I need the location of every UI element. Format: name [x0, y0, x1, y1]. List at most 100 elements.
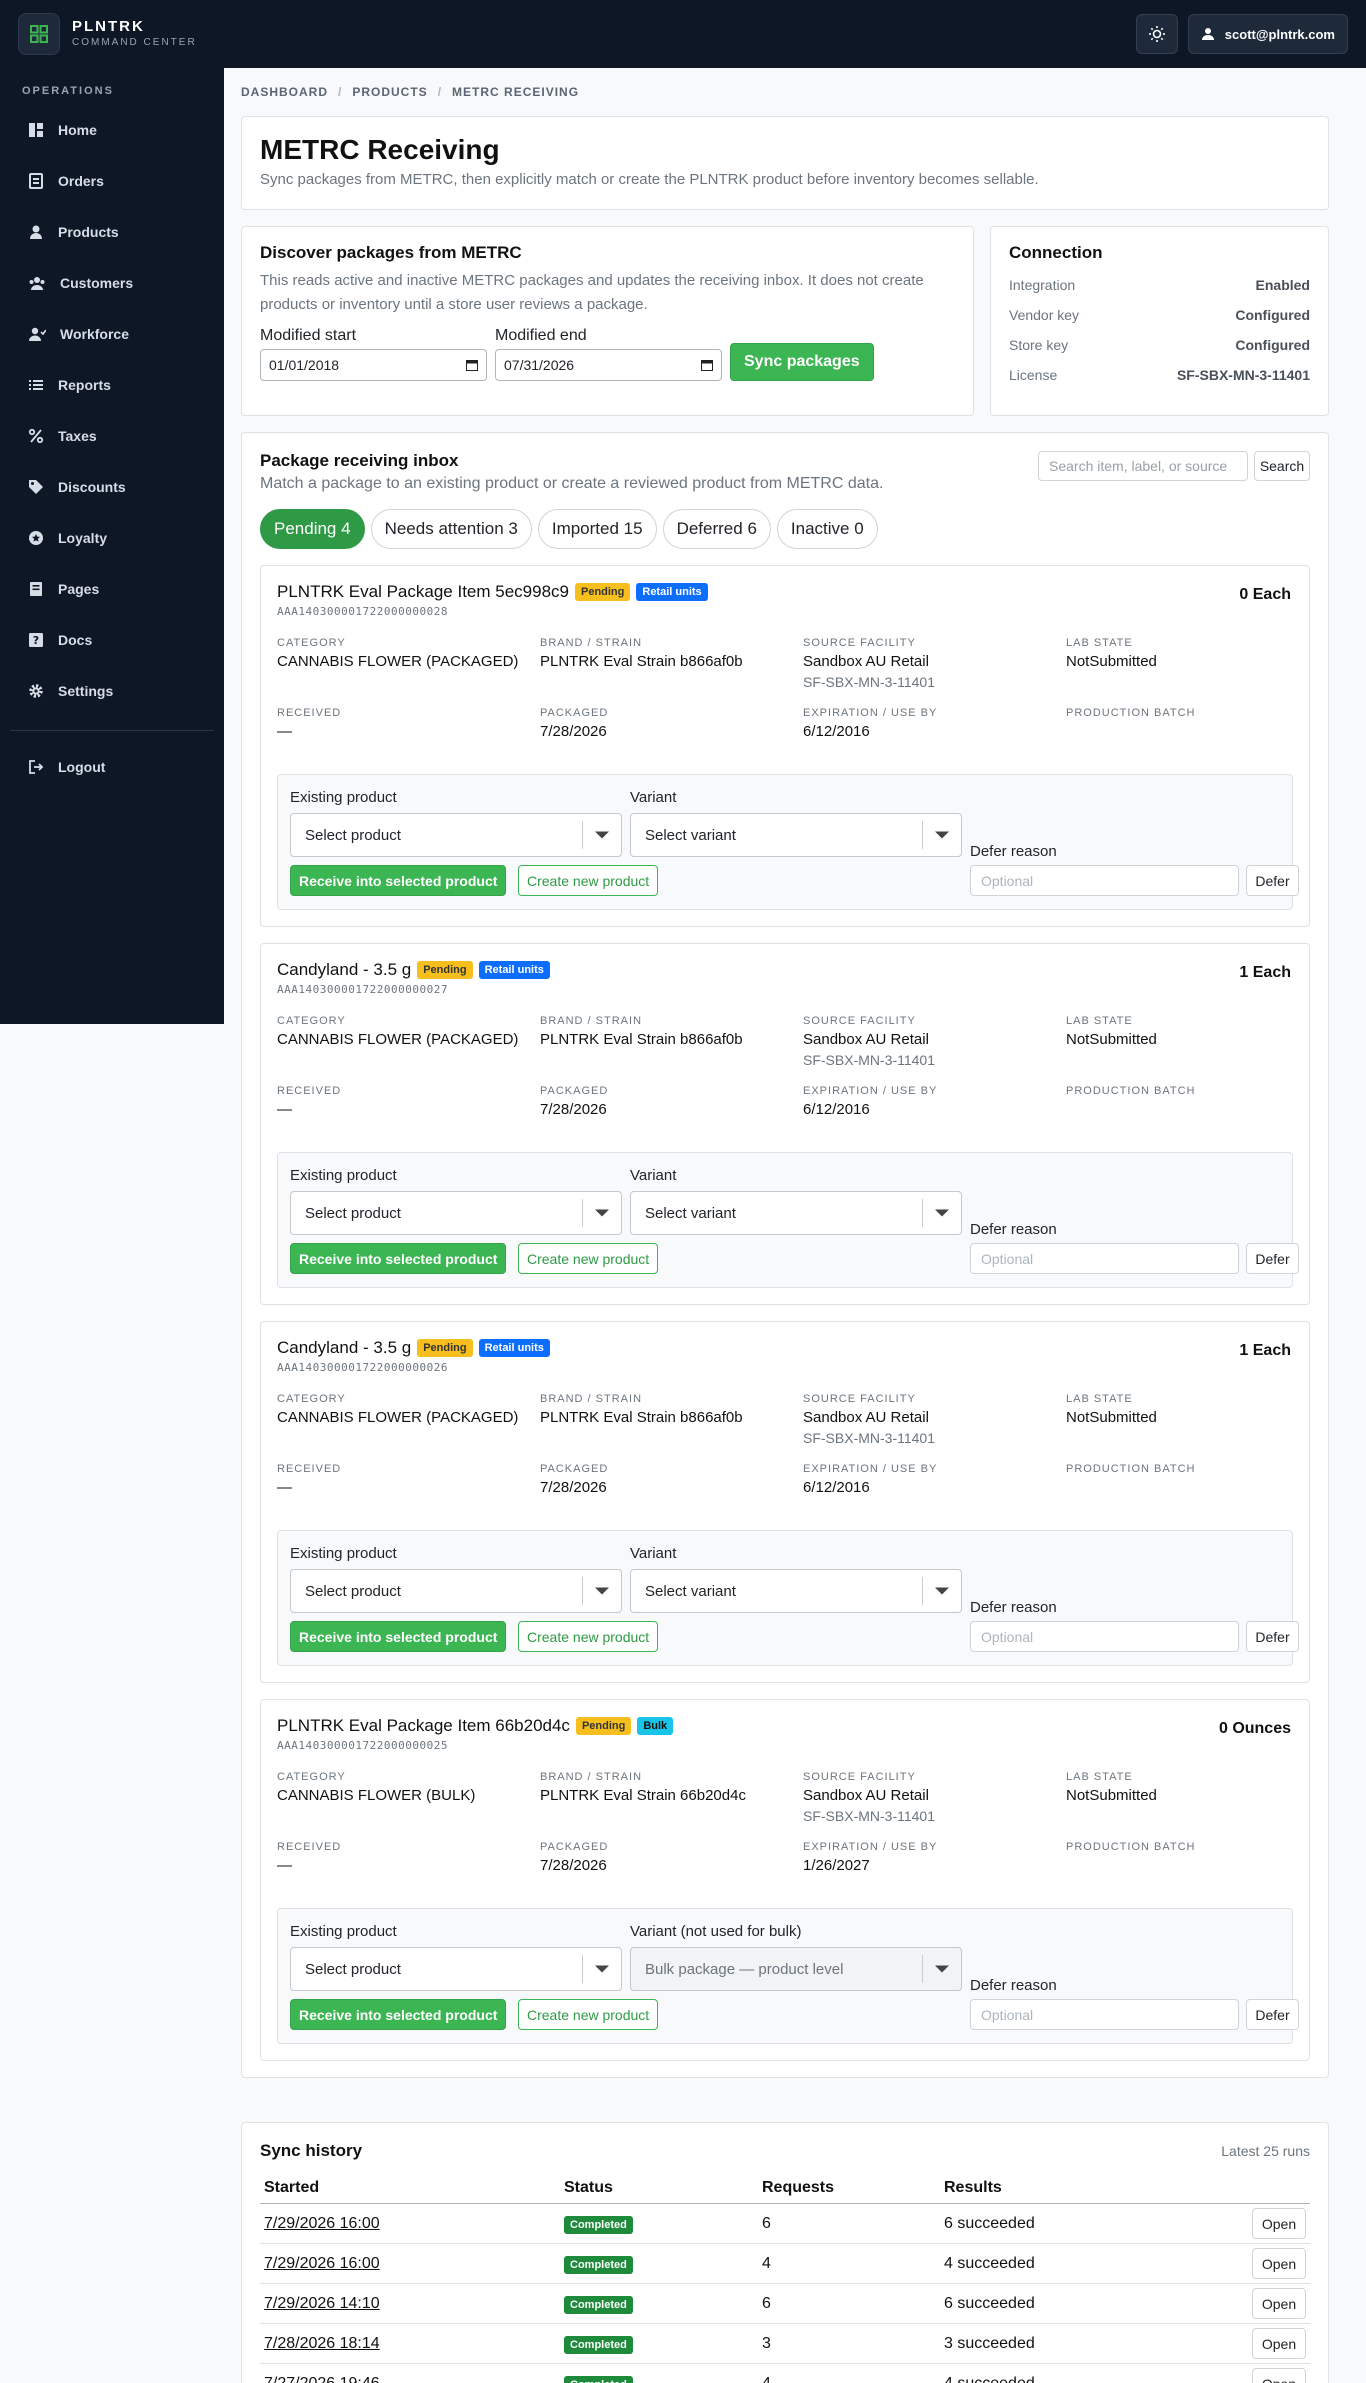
- product-select[interactable]: Select product: [290, 1569, 622, 1613]
- defer-button[interactable]: Defer: [1246, 865, 1299, 896]
- results-cell: 6 succeeded: [940, 2203, 1240, 2244]
- existing-product-label: Existing product: [290, 1545, 397, 1562]
- chevron-down-icon: [935, 1209, 949, 1217]
- tab-inactive[interactable]: Inactive 0: [776, 509, 878, 549]
- open-button[interactable]: Open: [1252, 2208, 1306, 2239]
- modified-start-input[interactable]: 01/01/2018: [260, 349, 487, 381]
- sidebar-item-discounts[interactable]: Discounts: [0, 461, 224, 512]
- defer-button[interactable]: Defer: [1246, 1999, 1299, 2030]
- status-badge: Pending: [574, 583, 631, 601]
- search-button[interactable]: Search: [1254, 451, 1310, 481]
- receive-button[interactable]: Receive into selected product: [290, 865, 507, 896]
- breadcrumb-products[interactable]: PRODUCTS: [352, 85, 427, 99]
- product-select[interactable]: Select product: [290, 813, 622, 857]
- sidebar-item-home[interactable]: Home: [0, 104, 224, 155]
- variant-select[interactable]: Select variant: [630, 1191, 962, 1235]
- sidebar-item-workforce[interactable]: Workforce: [0, 308, 224, 359]
- sidebar-item-orders[interactable]: Orders: [0, 155, 224, 206]
- field-label: PACKAGED: [540, 707, 609, 719]
- sidebar-item-settings[interactable]: Settings: [0, 665, 224, 716]
- run-link[interactable]: 7/28/2026 18:14: [264, 2335, 380, 2352]
- requests-cell: 6: [758, 2203, 940, 2244]
- connection-row: Integration Enabled: [1009, 277, 1310, 293]
- calendar-icon: [466, 360, 478, 371]
- sync-packages-button[interactable]: Sync packages: [730, 343, 874, 381]
- defer-reason-input[interactable]: Optional: [970, 1999, 1239, 2030]
- brand[interactable]: PLNTRK COMMAND CENTER: [18, 13, 197, 55]
- tab-imported[interactable]: Imported 15: [537, 509, 657, 549]
- sidebar-item-label: Pages: [58, 580, 100, 597]
- existing-product-label: Existing product: [290, 1167, 397, 1184]
- receive-button[interactable]: Receive into selected product: [290, 1621, 507, 1652]
- create-product-button[interactable]: Create new product: [518, 1243, 659, 1274]
- defer-reason-input[interactable]: Optional: [970, 865, 1239, 896]
- run-link[interactable]: 7/29/2026 16:00: [264, 2215, 380, 2232]
- sidebar-item-docs[interactable]: ? Docs: [0, 614, 224, 665]
- open-button[interactable]: Open: [1252, 2328, 1306, 2359]
- status-cell: Completed: [560, 2323, 758, 2364]
- field-label: LAB STATE: [1066, 637, 1133, 649]
- lab-value: NotSubmitted: [1066, 653, 1157, 670]
- connection-row: Store key Configured: [1009, 337, 1310, 353]
- defer-button[interactable]: Defer: [1246, 1621, 1299, 1652]
- package-card: PLNTRK Eval Package Item 66b20d4c Pendin…: [260, 1699, 1310, 2061]
- select-divider: [922, 1577, 923, 1605]
- sidebar-item-loyalty[interactable]: Loyalty: [0, 512, 224, 563]
- existing-product-label: Existing product: [290, 789, 397, 806]
- create-product-button[interactable]: Create new product: [518, 1621, 659, 1652]
- sidebar-item-reports[interactable]: Reports: [0, 359, 224, 410]
- field-label: BRAND / STRAIN: [540, 637, 643, 649]
- sidebar-item-label: Workforce: [60, 325, 129, 342]
- sidebar-item-logout[interactable]: Logout: [0, 741, 224, 792]
- variant-select[interactable]: Bulk package — product level: [630, 1947, 962, 1991]
- receiving-inbox: Package receiving inbox Match a package …: [241, 432, 1329, 2078]
- variant-select[interactable]: Select variant: [630, 813, 962, 857]
- sidebar-item-products[interactable]: Products: [0, 206, 224, 257]
- theme-toggle-button[interactable]: [1135, 14, 1178, 54]
- discover-panel: Discover packages from METRC This reads …: [241, 226, 974, 416]
- run-link[interactable]: 7/27/2026 19:46: [264, 2375, 380, 2383]
- sidebar: OPERATIONS Home Orders Products Customer…: [0, 68, 224, 1024]
- user-menu-button[interactable]: scott@plntrk.com: [1187, 14, 1348, 54]
- select-divider: [922, 821, 923, 849]
- create-product-button[interactable]: Create new product: [518, 1999, 659, 2030]
- open-button[interactable]: Open: [1252, 2248, 1306, 2279]
- requests-cell: 3: [758, 2323, 940, 2364]
- sidebar-item-pages[interactable]: Pages: [0, 563, 224, 614]
- category-value: CANNABIS FLOWER (BULK): [277, 1787, 476, 1804]
- connection-key: Vendor key: [1009, 307, 1080, 323]
- defer-reason-input[interactable]: Optional: [970, 1243, 1239, 1274]
- modified-end-input[interactable]: 07/31/2026: [495, 349, 722, 381]
- run-link[interactable]: 7/29/2026 16:00: [264, 2255, 380, 2272]
- tab-deferred[interactable]: Deferred 6: [662, 509, 771, 549]
- product-select[interactable]: Select product: [290, 1191, 622, 1235]
- sidebar-item-label: Settings: [58, 682, 114, 699]
- product-select[interactable]: Select product: [290, 1947, 622, 1991]
- field-label: PRODUCTION BATCH: [1066, 1085, 1196, 1097]
- run-link[interactable]: 7/29/2026 14:10: [264, 2295, 380, 2312]
- existing-product-label: Existing product: [290, 1923, 397, 1940]
- defer-reason-input[interactable]: Optional: [970, 1621, 1239, 1652]
- breadcrumb-dashboard[interactable]: DASHBOARD: [241, 85, 328, 99]
- field-label: LAB STATE: [1066, 1015, 1133, 1027]
- open-button[interactable]: Open: [1252, 2288, 1306, 2319]
- variant-select-value: Select variant: [645, 826, 736, 844]
- sidebar-item-taxes[interactable]: Taxes: [0, 410, 224, 461]
- defer-button[interactable]: Defer: [1246, 1243, 1299, 1274]
- category-value: CANNABIS FLOWER (PACKAGED): [277, 1409, 519, 1426]
- receive-button[interactable]: Receive into selected product: [290, 1243, 507, 1274]
- field-label: LAB STATE: [1066, 1771, 1133, 1783]
- status-badge: Pending: [417, 961, 473, 979]
- tab-needs-attention[interactable]: Needs attention 3: [370, 509, 532, 549]
- search-input[interactable]: Search item, label, or source: [1038, 451, 1248, 481]
- sidebar-item-customers[interactable]: Customers: [0, 257, 224, 308]
- tab-pending[interactable]: Pending 4: [260, 509, 365, 549]
- open-button[interactable]: Open: [1252, 2368, 1306, 2383]
- sidebar-item-label: Orders: [58, 172, 104, 189]
- category-value: CANNABIS FLOWER (PACKAGED): [277, 653, 519, 670]
- variant-select[interactable]: Select variant: [630, 1569, 962, 1613]
- packaged-value: 7/28/2026: [540, 1101, 607, 1118]
- started-cell: 7/28/2026 18:14: [260, 2323, 560, 2364]
- create-product-button[interactable]: Create new product: [518, 865, 659, 896]
- receive-button[interactable]: Receive into selected product: [290, 1999, 507, 2030]
